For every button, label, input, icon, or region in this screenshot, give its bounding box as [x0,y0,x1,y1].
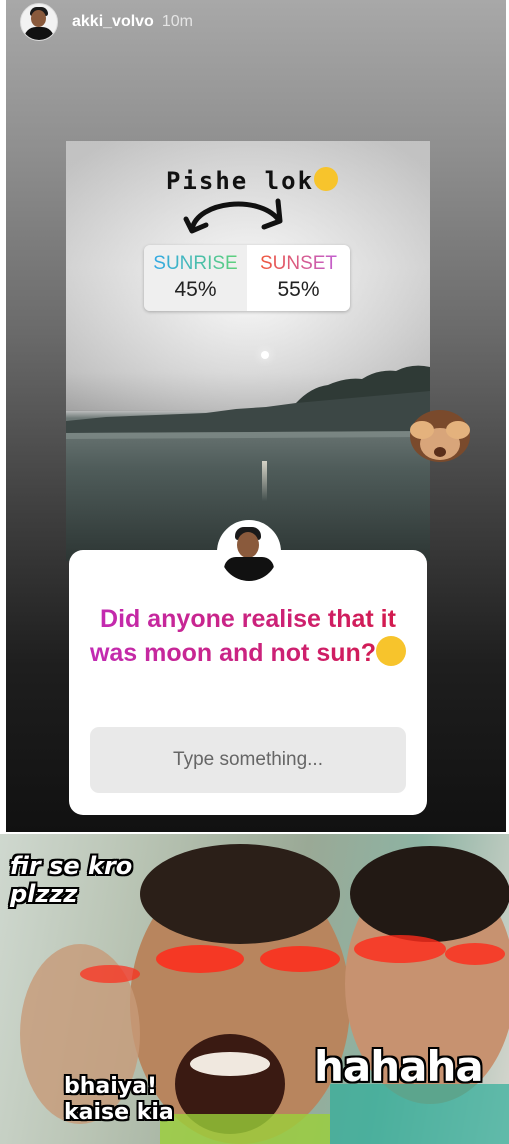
meme-caption-top-left: fir se kro plzzz [10,852,133,908]
poll-option-percent: 55% [277,278,320,301]
see-no-evil-monkey-sticker [410,410,470,462]
profile-avatar[interactable] [20,3,58,41]
poll-option-label: SUNRISE [153,253,238,274]
meme-caption-bottom-right: hahaha [314,1042,484,1091]
question-sticker[interactable]: Did anyone realise that it was moon and … [69,550,427,815]
poll-sticker[interactable]: SUNRISE 45% SUNSET 55% [144,245,350,311]
meme-image: fir se kro plzzz bhaiya! kaise kia hahah… [0,834,509,1144]
story-timestamp: 10m [161,13,193,30]
story-frame: akki_volvo 10m Pishe lok SUNRISE 45% SUN… [6,0,506,832]
laughing-tears-emoji [376,636,407,667]
question-text: Did anyone realise that it was moon and … [89,602,407,670]
question-avatar [217,520,281,584]
poll-option-percent: 45% [174,278,217,301]
poll-option-label: SUNSET [259,253,338,274]
curved-arrows-icon [183,198,283,234]
moon-reflection [262,461,267,501]
story-photo: Pishe lok SUNRISE 45% SUNSET 55% [66,141,430,561]
question-response-input[interactable]: Type something... [90,727,406,793]
poll-option-sunset[interactable]: SUNSET 55% [247,245,350,311]
squinting-face-emoji [314,167,339,191]
username[interactable]: akki_volvo [72,13,154,31]
meme-caption-bottom-left: bhaiya! kaise kia [64,1074,174,1125]
story-header: akki_volvo 10m [20,3,193,41]
poll-option-sunrise[interactable]: SUNRISE 45% [144,245,247,311]
